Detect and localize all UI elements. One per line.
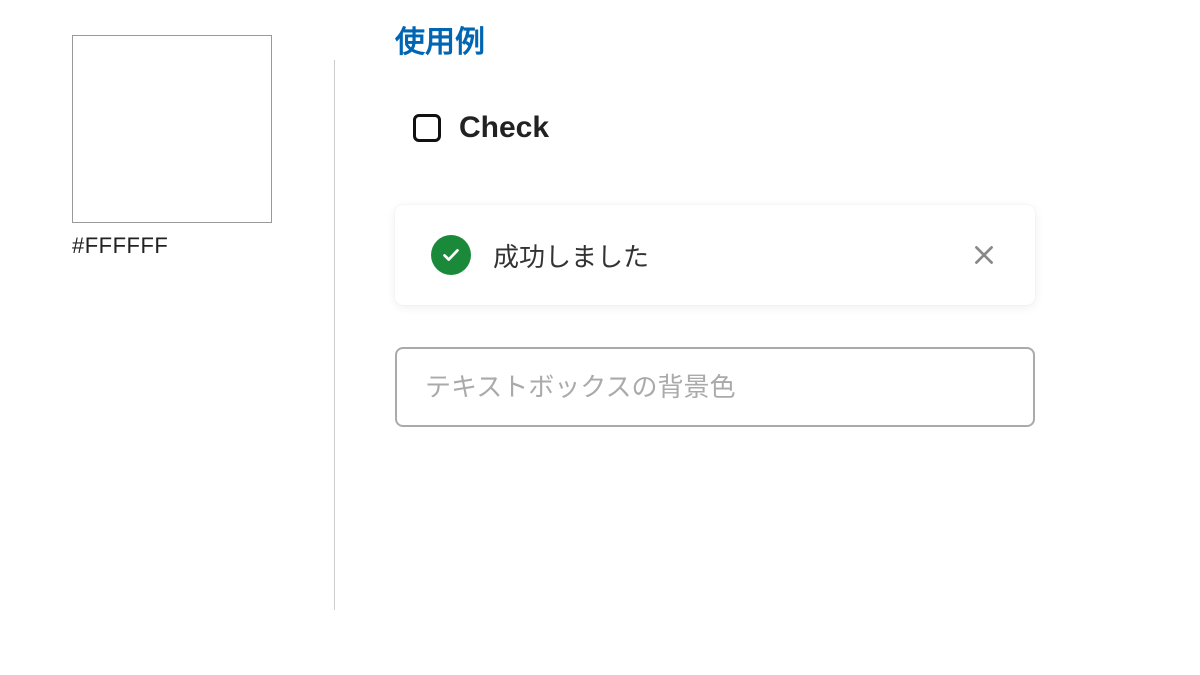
color-swatch-label: #FFFFFF [72,233,272,259]
checkbox-row[interactable]: Check [413,111,1140,145]
close-icon[interactable] [969,240,999,270]
alert-message: 成功しました [493,237,969,274]
check-circle-icon [431,235,471,275]
checkbox-label: Check [459,111,549,145]
checkbox-input[interactable] [413,114,441,142]
success-alert: 成功しました [395,205,1035,305]
textbox-input[interactable] [395,347,1035,427]
section-title: 使用例 [395,17,1140,61]
color-swatch-section: #FFFFFF [72,35,272,610]
color-swatch [72,35,272,223]
vertical-divider [334,60,335,610]
